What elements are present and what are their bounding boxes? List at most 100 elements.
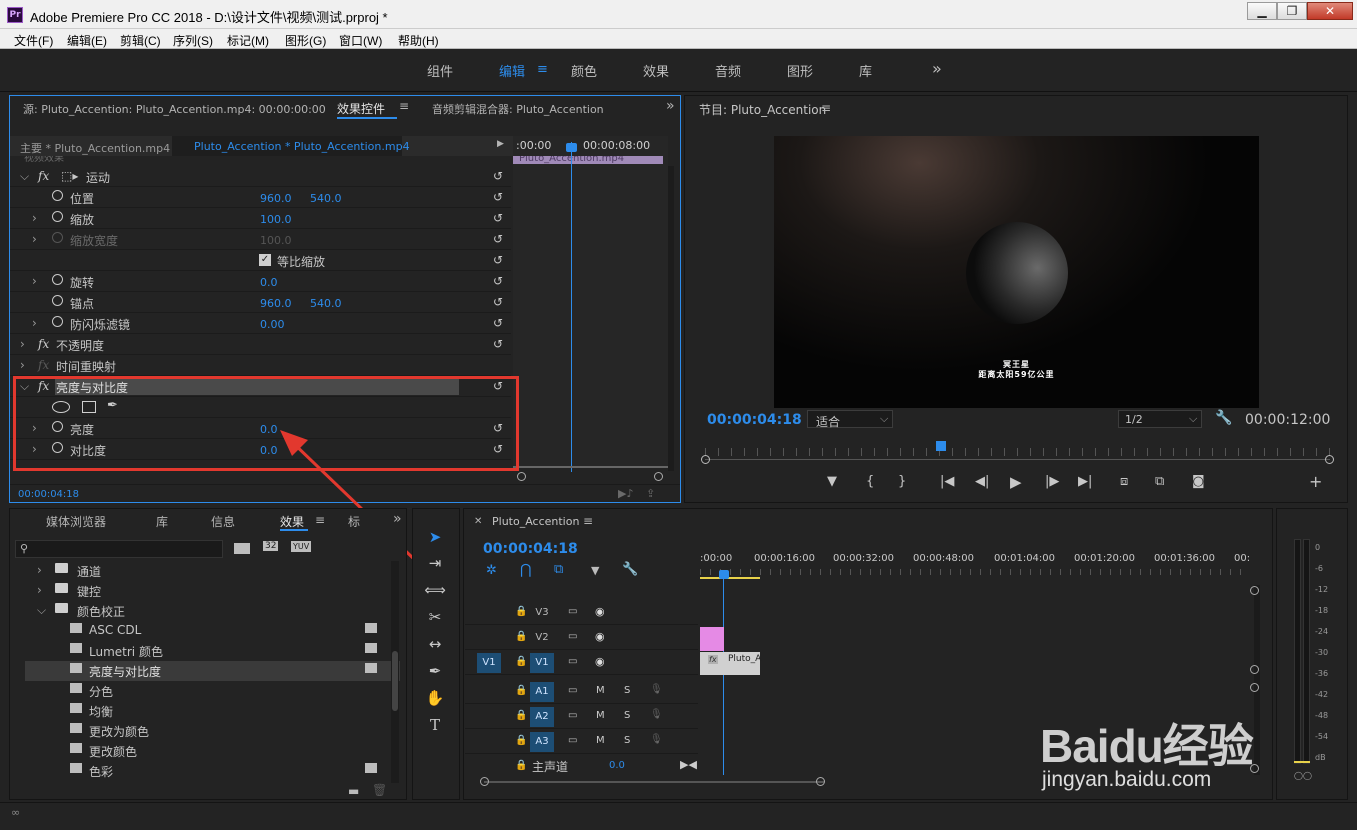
uniform-scale-checkbox[interactable]: ✓ <box>259 254 271 266</box>
panel-menu-icon[interactable]: ≡ <box>315 513 325 527</box>
mini-playhead-icon[interactable] <box>566 143 577 152</box>
sequence-tab-title[interactable]: Pluto_Accention <box>492 515 579 528</box>
timeline-current-time[interactable]: 00:00:04:18 <box>483 541 578 557</box>
add-marker-icon[interactable]: ▼ <box>827 474 837 489</box>
track-name[interactable]: A1 <box>530 682 554 702</box>
mini-clip-bar[interactable]: Pluto_Accention.mp4 <box>513 156 663 164</box>
sync-lock-icon[interactable]: ▭ <box>568 606 577 617</box>
tab-effects[interactable]: 效果 <box>280 513 304 530</box>
fit-dropdown[interactable]: 适合 ⌵ <box>807 410 893 429</box>
effect-leave-color[interactable]: 分色 <box>25 681 400 701</box>
fx-icon[interactable]: fx <box>38 337 49 351</box>
track-header-master[interactable]: 🔒 主声道 0.0 ▶◀ <box>465 755 698 779</box>
property-row-scale[interactable]: › 缩放 100.0 ↺ <box>10 208 511 229</box>
eye-icon[interactable]: ◉ <box>595 605 605 618</box>
video-clip-v2[interactable] <box>700 627 724 651</box>
accelerated-effects-filter-icon[interactable] <box>234 543 250 554</box>
maximize-button[interactable]: ❐ <box>1277 2 1307 20</box>
creative-cloud-icon[interactable]: ∞ <box>11 806 20 819</box>
chevron-right-icon[interactable]: › <box>32 274 37 288</box>
sync-lock-icon[interactable]: ▭ <box>568 685 577 696</box>
workspace-graphics[interactable]: 图形 <box>787 61 813 80</box>
property-row-rotation[interactable]: › 旋转 0.0 ↺ <box>10 271 511 292</box>
effect-asc-cdl[interactable]: ASC CDL <box>25 621 400 641</box>
solo-button[interactable]: S <box>624 710 630 721</box>
effect-brightness-contrast[interactable]: 亮度与对比度 <box>25 661 400 681</box>
anchor-y-value[interactable]: 540.0 <box>310 297 342 310</box>
microphone-icon[interactable]: 🎙 <box>650 684 663 695</box>
lock-icon[interactable]: 🔒 <box>515 735 527 746</box>
eye-icon[interactable]: ◉ <box>595 630 605 643</box>
slip-tool-icon[interactable]: ↔ <box>423 632 447 656</box>
snap-magnet-icon[interactable]: ⋂ <box>520 562 531 578</box>
eye-icon[interactable]: ◉ <box>595 655 605 668</box>
reset-icon[interactable]: ↺ <box>493 232 503 246</box>
zoom-handle-right[interactable] <box>1325 455 1334 464</box>
mini-timeline[interactable]: :00:00 00:00:08:00 Pluto_Accention.mp4 <box>513 136 668 472</box>
pen-tool-icon[interactable]: ✒ <box>423 659 447 683</box>
nest-sequence-icon[interactable]: ✲ <box>486 563 497 578</box>
minimize-button[interactable]: ▁ <box>1247 2 1277 20</box>
32bit-filter-icon[interactable]: 32 <box>263 541 279 551</box>
hand-tool-icon[interactable]: ✋ <box>423 686 447 710</box>
razor-tool-icon[interactable]: ✂ <box>423 605 447 629</box>
track-header-a1[interactable]: 🔒 A1 ▭ M S 🎙 <box>465 680 698 704</box>
mini-timeline-scrollbar[interactable] <box>513 466 668 468</box>
timeline-playhead-icon[interactable] <box>719 570 729 579</box>
solo-button[interactable]: S <box>624 685 630 696</box>
zoom-handle-right[interactable] <box>816 777 825 786</box>
track-header-v1[interactable]: V1 🔒 V1 ▭ ◉ <box>465 651 698 675</box>
linked-selection-icon[interactable]: ⧉ <box>554 562 563 577</box>
extract-icon[interactable]: ⧉ <box>1155 474 1164 489</box>
ripple-edit-tool-icon[interactable]: ⟺ <box>423 578 447 602</box>
mute-button[interactable]: M <box>596 735 605 746</box>
tab-libraries[interactable]: 库 <box>156 513 168 530</box>
vertical-scrollbar[interactable] <box>668 166 674 471</box>
go-to-in-icon[interactable]: |◀ <box>940 474 954 489</box>
effect-row-time-remap[interactable]: › fx 时间重映射 <box>10 355 511 376</box>
lock-icon[interactable]: 🔒 <box>515 710 527 721</box>
step-back-icon[interactable]: ◀| <box>975 474 989 489</box>
workspace-effects[interactable]: 效果 <box>643 61 669 80</box>
sync-lock-icon[interactable]: ▭ <box>568 656 577 667</box>
solo-button[interactable]: S <box>624 735 630 746</box>
sync-lock-icon[interactable]: ▭ <box>568 710 577 721</box>
menu-window[interactable]: 窗口(W) <box>339 32 382 49</box>
reset-icon[interactable]: ↺ <box>493 274 503 288</box>
microphone-icon[interactable]: 🎙 <box>650 709 663 720</box>
video-clip-v1[interactable]: fx Pluto_A <box>700 652 761 675</box>
scrollbar-thumb[interactable] <box>392 651 398 711</box>
sync-lock-icon[interactable]: ▭ <box>568 631 577 642</box>
chevron-right-icon[interactable]: › <box>37 583 42 597</box>
workspace-color[interactable]: 颜色 <box>571 61 597 80</box>
mark-in-icon[interactable]: { <box>866 474 874 489</box>
lift-icon[interactable]: ⧈ <box>1120 474 1128 489</box>
effect-change-color[interactable]: 更改颜色 <box>25 741 400 761</box>
go-to-end-icon[interactable]: ▶◀ <box>680 758 697 771</box>
program-video-frame[interactable]: 冥王星 距离太阳59亿公里 <box>774 136 1259 408</box>
reset-icon[interactable]: ↺ <box>493 211 503 225</box>
workspace-menu-icon[interactable]: ≡ <box>537 62 548 77</box>
track-name[interactable]: A3 <box>530 732 554 752</box>
effect-equalize[interactable]: 均衡 <box>25 701 400 721</box>
zoom-handle-left[interactable] <box>701 455 710 464</box>
resolution-dropdown[interactable]: 1/2 ⌵ <box>1118 410 1202 428</box>
folder-keying[interactable]: › 键控 <box>25 581 400 601</box>
zoom-handle-right[interactable] <box>654 472 663 481</box>
antiflicker-value[interactable]: 0.00 <box>260 318 285 331</box>
stopwatch-icon[interactable] <box>52 295 63 306</box>
folder-channel[interactable]: › 通道 <box>25 561 400 581</box>
work-area-bar[interactable] <box>700 577 760 579</box>
workspace-assembly[interactable]: 组件 <box>427 61 453 80</box>
new-bin-folder-icon[interactable]: ▬ <box>348 784 359 798</box>
timeline-ruler[interactable]: :00:00 00:00:16:00 00:00:32:00 00:00:48:… <box>700 549 1250 581</box>
workspace-more-icon[interactable]: » <box>932 59 942 78</box>
program-current-time[interactable]: 00:00:04:18 <box>707 412 802 428</box>
effects-scrollbar[interactable] <box>391 561 399 783</box>
chevron-down-icon[interactable]: ⌵ <box>37 603 46 618</box>
mute-button[interactable]: M <box>596 710 605 721</box>
menu-edit[interactable]: 编辑(E) <box>67 32 107 49</box>
scale-value[interactable]: 100.0 <box>260 213 292 226</box>
export-frame-icon[interactable]: ⇪ <box>646 487 655 500</box>
chevron-right-icon[interactable]: › <box>20 358 25 372</box>
